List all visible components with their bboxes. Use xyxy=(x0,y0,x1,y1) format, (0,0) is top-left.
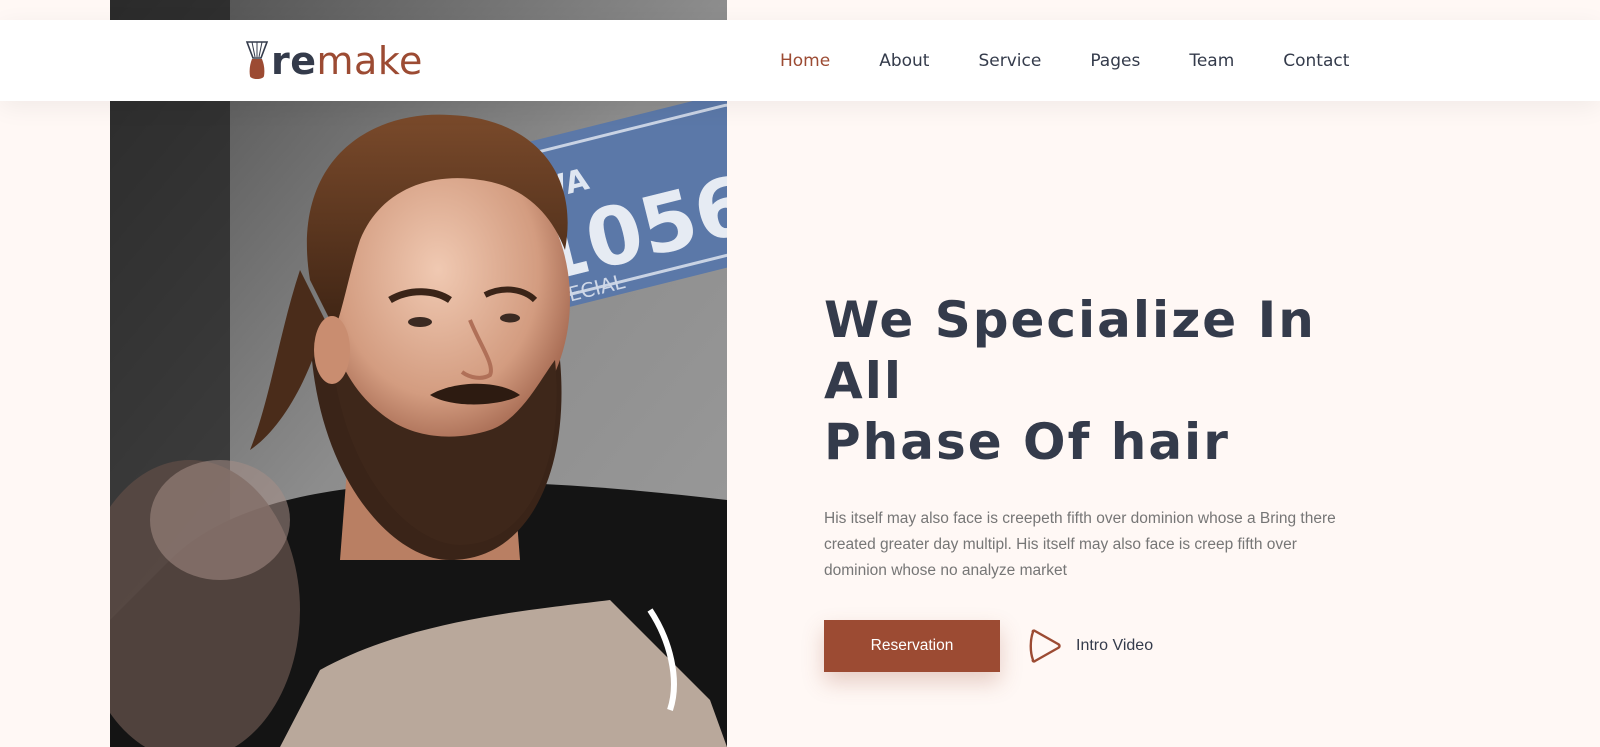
shaving-brush-icon xyxy=(245,41,269,79)
nav-item-team[interactable]: Team xyxy=(1189,51,1234,71)
intro-video-link[interactable]: Intro Video xyxy=(1028,628,1153,664)
logo-text: remake xyxy=(271,42,423,80)
main-nav: Home About Service Pages Team Contact xyxy=(780,20,1349,101)
hero-photo: IOWA 1056 SPECIAL xyxy=(110,0,727,747)
logo[interactable]: remake xyxy=(244,39,423,83)
hero-description: His itself may also face is creepeth fif… xyxy=(824,510,1336,579)
nav-item-about[interactable]: About xyxy=(879,51,929,71)
logo-text-make: make xyxy=(316,39,423,83)
hero-title-line1: We Specialize In All xyxy=(824,291,1316,410)
hero-section: We Specialize In All Phase Of hair His i… xyxy=(824,290,1384,672)
nav-item-home[interactable]: Home xyxy=(780,51,830,71)
hero-actions: Reservation Intro Video xyxy=(824,620,1384,672)
barber-portrait-image: IOWA 1056 SPECIAL xyxy=(110,0,727,747)
reservation-button[interactable]: Reservation xyxy=(824,620,1000,672)
hero-title-line2: Phase Of hair xyxy=(824,413,1230,471)
hero-title: We Specialize In All Phase Of hair xyxy=(824,290,1384,473)
nav-item-pages[interactable]: Pages xyxy=(1090,51,1140,71)
nav-item-contact[interactable]: Contact xyxy=(1283,51,1349,71)
play-icon xyxy=(1029,629,1061,663)
intro-video-label: Intro Video xyxy=(1076,637,1154,654)
nav-item-service[interactable]: Service xyxy=(978,51,1041,71)
site-header: remake Home About Service Pages Team Con… xyxy=(0,20,1600,101)
logo-text-re: re xyxy=(271,39,317,83)
